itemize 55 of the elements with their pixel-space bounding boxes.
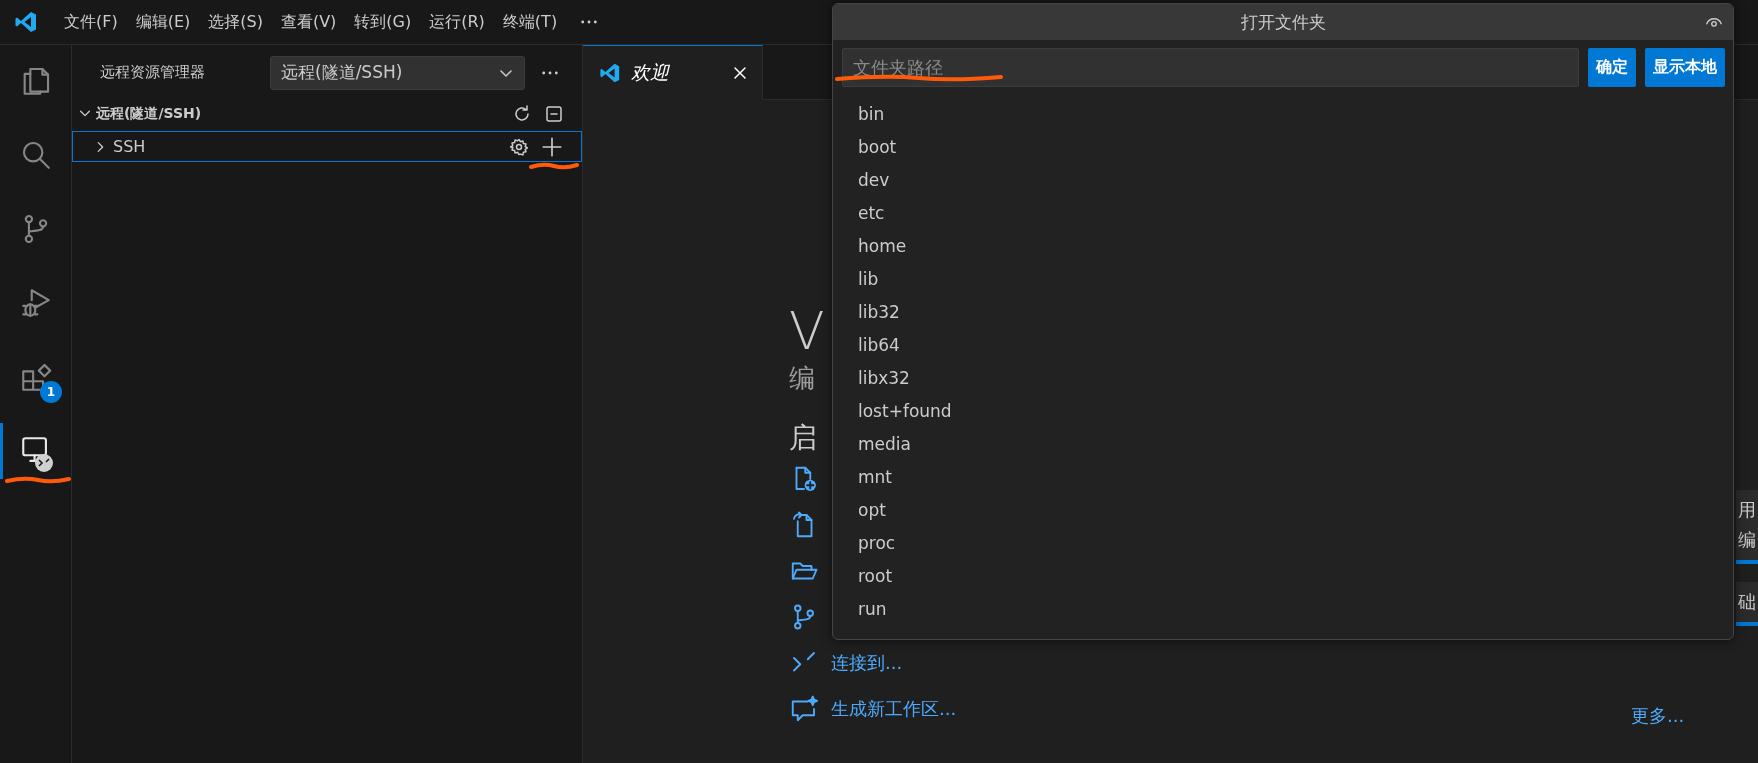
more-link[interactable]: 更多... [1631,704,1685,728]
extensions-tab[interactable]: 1 [0,349,71,405]
card-text: 用 [1738,498,1757,522]
folder-item[interactable]: etc [833,196,1733,229]
close-icon[interactable] [732,65,748,81]
menu-item[interactable]: 终端(T) [493,7,567,37]
start-link[interactable]: 生成新工作区... [831,697,957,721]
settings-icon[interactable] [509,136,529,157]
dialog-button[interactable]: 确定 [1588,48,1636,87]
start-link[interactable]: 连接到... [831,651,903,675]
walkthrough-card[interactable]: 础 [1736,582,1758,626]
folder-item[interactable]: home [833,229,1733,262]
welcome-subtitle: 编 [789,362,815,394]
tree-item[interactable]: SSH [72,131,582,162]
folder-item[interactable]: boot [833,130,1733,163]
workspace-icon[interactable] [789,694,819,724]
more-icon[interactable] [541,69,559,76]
folder-item[interactable]: media [833,427,1733,460]
folder-item[interactable]: lib [833,262,1733,295]
card-text: 础 [1738,590,1757,614]
refresh-icon[interactable] [512,104,532,124]
folder-item[interactable]: bin [833,97,1733,130]
folder-item[interactable]: lost+found [833,394,1733,427]
editor-tab[interactable]: 欢迎 [583,45,763,100]
logo-icon [14,10,38,34]
menu-item[interactable]: 查看(V) [271,7,346,37]
card-text: 编 [1738,528,1757,552]
menu-item[interactable]: 选择(S) [199,7,272,37]
more-icon[interactable] [580,19,599,25]
folder-item[interactable]: lib64 [833,328,1733,361]
folder-item[interactable]: mnt [833,460,1733,493]
folder-item[interactable]: dev [833,163,1733,196]
view-dropdown[interactable]: 远程(隧道/SSH) [270,55,525,90]
folder-item[interactable]: lib32 [833,295,1733,328]
folder-item[interactable]: opt [833,493,1733,526]
menu-item[interactable]: 运行(R) [420,7,494,37]
menu-item[interactable]: 文件(F) [55,7,127,37]
folder-item[interactable]: run [833,592,1733,625]
menu-item[interactable]: 编辑(E) [126,7,200,37]
section-heading: 启 [789,420,817,456]
folder-item[interactable]: proc [833,526,1733,559]
walkthrough-card[interactable]: 用 编 [1736,490,1758,564]
dialog-title: 打开文件夹 [1240,10,1326,34]
section-header[interactable]: 远程(隧道/SSH) [72,100,582,128]
menu-item[interactable]: 转到(G) [345,7,421,37]
welcome-title: V [789,300,825,362]
folder-item[interactable]: libx32 [833,361,1733,394]
dialog-button[interactable]: 显示本地 [1645,48,1725,87]
notification-badge: 1 [40,381,62,403]
add-icon[interactable] [541,135,563,158]
panel-title: 远程资源管理器 [100,63,206,82]
remote-connection-icon [34,453,54,473]
logo-icon [599,62,621,84]
collapse-all-icon[interactable] [544,104,564,124]
folder-item[interactable]: root [833,559,1733,592]
